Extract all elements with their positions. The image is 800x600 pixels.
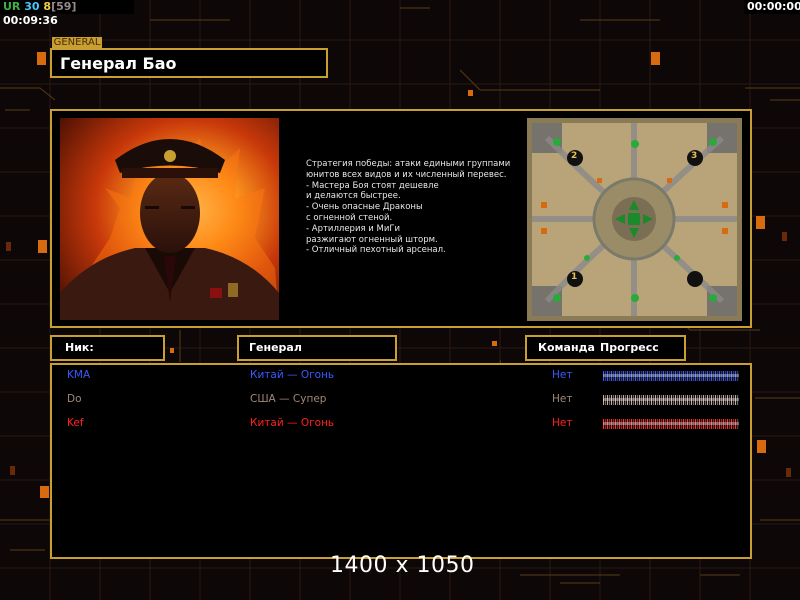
- description-line: разжигают огненный шторм.: [306, 234, 438, 245]
- player-row: KMA Китай — Огонь Нет: [52, 365, 752, 389]
- player-team: Нет: [552, 369, 573, 381]
- header-team-label: Команда: [538, 341, 595, 354]
- hud-value-1: 30: [24, 0, 40, 13]
- description-line: Стратегия победы: атаки едиными группами: [306, 159, 511, 169]
- player-progress-bar: [603, 395, 739, 405]
- header-team-progress: Команда Прогресс: [525, 335, 686, 361]
- description-line: - Очень опасные Драконы: [306, 202, 423, 213]
- map-preview: 1 2 3: [527, 118, 742, 321]
- header-progress-label: Прогресс: [600, 341, 659, 354]
- player-general: Китай — Огонь: [250, 417, 335, 429]
- header-nick: Ник:: [50, 335, 165, 361]
- general-title: Генерал Бао: [60, 54, 177, 73]
- map-marker: 2: [571, 151, 578, 161]
- description-line: - Отличный пехотный арсенал.: [306, 245, 446, 256]
- player-nick: Do: [67, 393, 82, 405]
- player-nick: Kef: [67, 417, 84, 429]
- player-team: Нет: [552, 393, 573, 405]
- description-line: и делаются быстрее.: [306, 191, 401, 202]
- resolution-overlay: 1400 x 1050: [330, 553, 475, 578]
- player-team: Нет: [552, 417, 573, 429]
- player-list: KMA Китай — Огонь Нет Do США — Супер Нет…: [50, 363, 752, 559]
- description-line: юнитов всех видов и их численный перевес…: [306, 169, 507, 180]
- map-marker: 1: [571, 272, 578, 282]
- description-line: - Мастера Боя стоят дешевле: [306, 180, 439, 191]
- player-row: Kef Китай — Огонь Нет: [52, 413, 752, 437]
- hud-stats: UR 30 8[59] 00:09:36: [0, 0, 134, 27]
- description-line: - Артиллерия и МиГи: [306, 223, 401, 234]
- player-general: Китай — Огонь: [250, 369, 335, 381]
- hud-value-2: 8: [43, 0, 52, 13]
- map-marker: 3: [691, 151, 698, 161]
- header-general-label: Генерал: [249, 341, 302, 354]
- header-nick-label: Ник:: [65, 341, 94, 354]
- player-row: Do США — Супер Нет: [52, 389, 752, 413]
- general-description: Стратегия победы: атаки едиными группами…: [306, 159, 516, 256]
- description-line: с огненной стеной.: [306, 212, 393, 223]
- player-progress-bar: [603, 371, 739, 381]
- general-title-box: Генерал Бао: [50, 48, 328, 78]
- hud-timer-right: 00:00:00: [744, 0, 800, 14]
- hud-ur-label: UR: [3, 0, 21, 13]
- player-nick: KMA: [67, 369, 91, 381]
- hud-timer-left: 00:09:36: [3, 14, 58, 27]
- header-general: Генерал: [237, 335, 397, 361]
- general-portrait: [60, 118, 279, 320]
- player-progress-bar: [603, 419, 739, 429]
- hud-timer-right-value: 00:00:00: [747, 0, 800, 13]
- hud-bracket-value: [59]: [51, 0, 77, 13]
- player-general: США — Супер: [250, 393, 327, 405]
